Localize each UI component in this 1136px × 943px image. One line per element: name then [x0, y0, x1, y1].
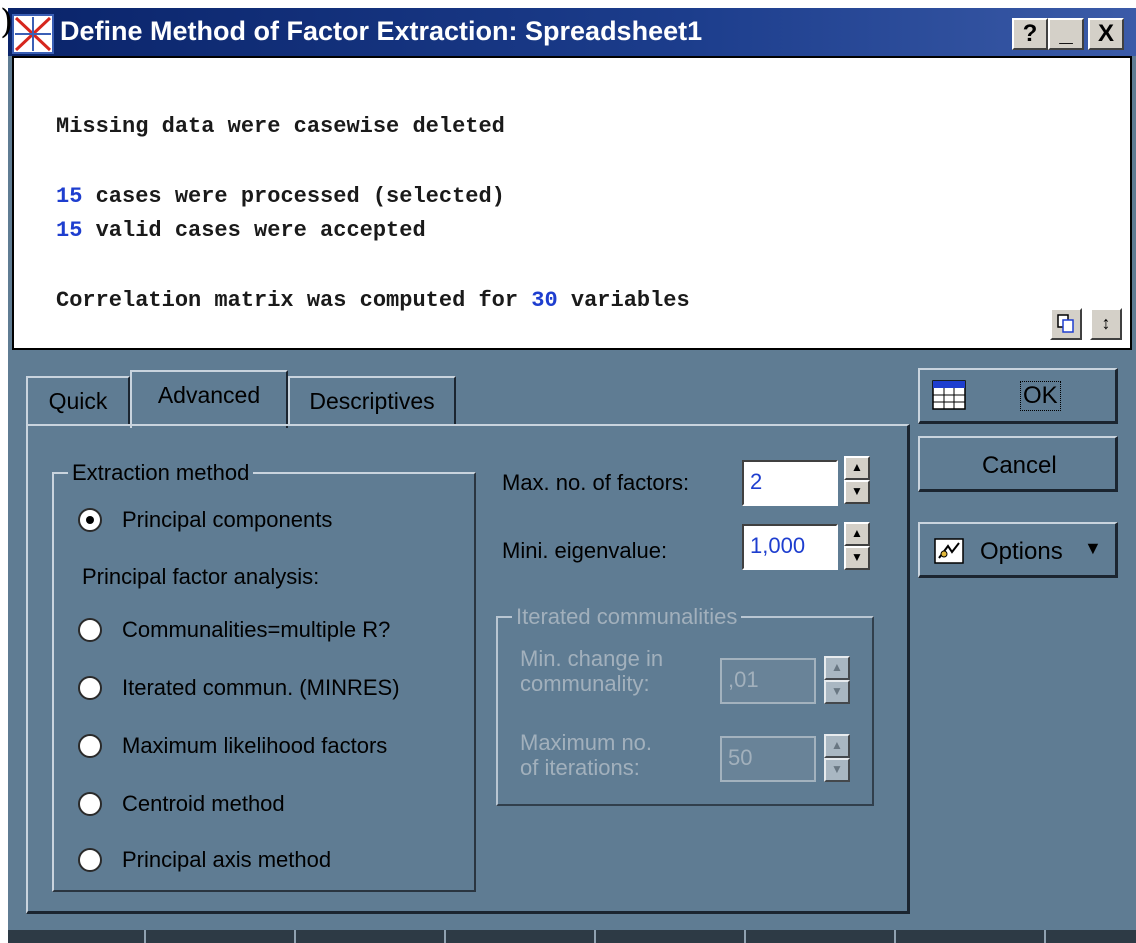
max-factors-spinner[interactable]: ▲ ▼: [844, 456, 870, 504]
status-divider: [594, 930, 596, 943]
min-eigenvalue-label: Mini. eigenvalue:: [502, 538, 668, 563]
close-button[interactable]: X: [1088, 18, 1124, 50]
status-divider: [744, 930, 746, 943]
spin-down-button[interactable]: ▼: [824, 758, 850, 782]
radio-button[interactable]: [78, 792, 102, 816]
status-divider: [144, 930, 146, 943]
spin-down-button[interactable]: ▼: [844, 546, 870, 570]
max-iterations-label-line2: of iterations:: [520, 755, 640, 780]
min-change-label-line1: Min. change in: [520, 646, 664, 671]
iterated-communalities-legend: Iterated communalities: [512, 604, 742, 630]
ok-label: OK: [1020, 381, 1061, 411]
dialog-window: Define Method of Factor Extraction: Spre…: [8, 8, 1136, 943]
minimize-button[interactable]: _: [1048, 18, 1084, 50]
stray-character: ): [0, 2, 14, 42]
ok-button[interactable]: OK: [918, 368, 1118, 424]
options-label: Options: [980, 538, 1063, 565]
help-button[interactable]: ?: [1012, 18, 1048, 50]
radio-principal-components[interactable]: Principal components: [78, 500, 332, 540]
output-line-correlation: Correlation matrix was computed for 30 v…: [56, 288, 690, 313]
max-iterations-label: Maximum no. of iterations:: [520, 730, 652, 780]
spin-up-button[interactable]: ▲: [844, 522, 870, 546]
app-icon: [12, 14, 54, 54]
status-divider: [894, 930, 896, 943]
spin-down-button[interactable]: ▼: [824, 680, 850, 704]
cancel-label: Cancel: [982, 452, 1057, 479]
spin-up-button[interactable]: ▲: [824, 734, 850, 758]
status-divider: [1044, 930, 1046, 943]
processed-text: cases were processed (selected): [82, 184, 505, 209]
spin-up-button[interactable]: ▲: [844, 456, 870, 480]
communalities-label: Communalities=multiple R?: [122, 617, 391, 642]
max-iterations-spinner[interactable]: ▲ ▼: [824, 734, 850, 782]
max-factors-input[interactable]: 2: [742, 460, 838, 506]
tab-descriptives[interactable]: Descriptives: [288, 376, 456, 424]
iterated-commun-label: Iterated commun. (MINRES): [122, 675, 400, 700]
radio-button[interactable]: [78, 676, 102, 700]
min-change-label: Min. change in communality:: [520, 646, 663, 696]
accepted-count: 15: [56, 218, 83, 243]
output-line-processed: 15 cases were processed (selected): [56, 184, 505, 209]
radio-maximum-likelihood[interactable]: Maximum likelihood factors: [78, 726, 387, 766]
accepted-text: valid cases were accepted: [82, 218, 426, 243]
radio-button[interactable]: [78, 848, 102, 872]
status-divider: [444, 930, 446, 943]
radio-iterated-commun[interactable]: Iterated commun. (MINRES): [78, 668, 400, 708]
min-change-spinner[interactable]: ▲ ▼: [824, 656, 850, 704]
radio-communalities[interactable]: Communalities=multiple R?: [78, 610, 390, 650]
options-icon: [934, 538, 964, 564]
dropdown-arrow-icon: ▼: [1084, 538, 1102, 558]
status-divider: [294, 930, 296, 943]
radio-button[interactable]: [78, 618, 102, 642]
copy-icon: [1057, 314, 1074, 333]
radio-centroid[interactable]: Centroid method: [78, 784, 285, 824]
spin-down-button[interactable]: ▼: [844, 480, 870, 504]
maximum-likelihood-label: Maximum likelihood factors: [122, 733, 388, 758]
radio-principal-axis[interactable]: Principal axis method: [78, 840, 331, 880]
copy-button[interactable]: [1050, 308, 1082, 340]
options-button[interactable]: Options ▼: [918, 522, 1118, 578]
iterated-communalities-group: Iterated communalities Min. change in co…: [496, 604, 874, 806]
summary-grid-icon: [932, 380, 966, 410]
tab-quick[interactable]: Quick: [26, 376, 130, 424]
status-bar: [8, 930, 1136, 943]
correlation-tail: variables: [557, 288, 690, 313]
radio-button[interactable]: [78, 734, 102, 758]
output-line-accepted: 15 valid cases were accepted: [56, 218, 426, 243]
principal-components-label: Principal components: [122, 507, 333, 532]
correlation-text: Correlation matrix was computed for: [56, 288, 532, 313]
window-title: Define Method of Factor Extraction: Spre…: [60, 16, 703, 46]
principal-factor-analysis-label: Principal factor analysis:: [82, 564, 320, 589]
spin-up-button[interactable]: ▲: [824, 656, 850, 680]
max-factors-label: Max. no. of factors:: [502, 470, 690, 495]
principal-axis-label: Principal axis method: [122, 847, 332, 872]
min-eigenvalue-input[interactable]: 1,000: [742, 524, 838, 570]
title-bar[interactable]: Define Method of Factor Extraction: Spre…: [8, 8, 1136, 56]
radio-button-checked[interactable]: [78, 508, 102, 532]
tab-advanced[interactable]: Advanced: [130, 370, 288, 428]
processed-count: 15: [56, 184, 83, 209]
variables-count: 30: [531, 288, 558, 313]
output-line-missing: Missing data were casewise deleted: [56, 114, 505, 139]
centroid-label: Centroid method: [122, 791, 285, 816]
collapse-icon: ↕: [1101, 313, 1111, 333]
extraction-method-legend: Extraction method: [68, 460, 254, 486]
collapse-button[interactable]: ↕: [1090, 308, 1122, 340]
min-eigenvalue-spinner[interactable]: ▲ ▼: [844, 522, 870, 570]
extraction-method-group: Extraction method Principal components P…: [52, 460, 476, 892]
max-iterations-label-line1: Maximum no.: [520, 730, 653, 755]
advanced-tab-panel: Extraction method Principal components P…: [26, 424, 910, 914]
min-change-input[interactable]: ,01: [720, 658, 816, 704]
results-output-pane: Missing data were casewise deleted 15 ca…: [12, 56, 1132, 350]
max-iterations-input[interactable]: 50: [720, 736, 816, 782]
min-change-label-line2: communality:: [520, 671, 650, 696]
cancel-button[interactable]: Cancel: [918, 436, 1118, 492]
